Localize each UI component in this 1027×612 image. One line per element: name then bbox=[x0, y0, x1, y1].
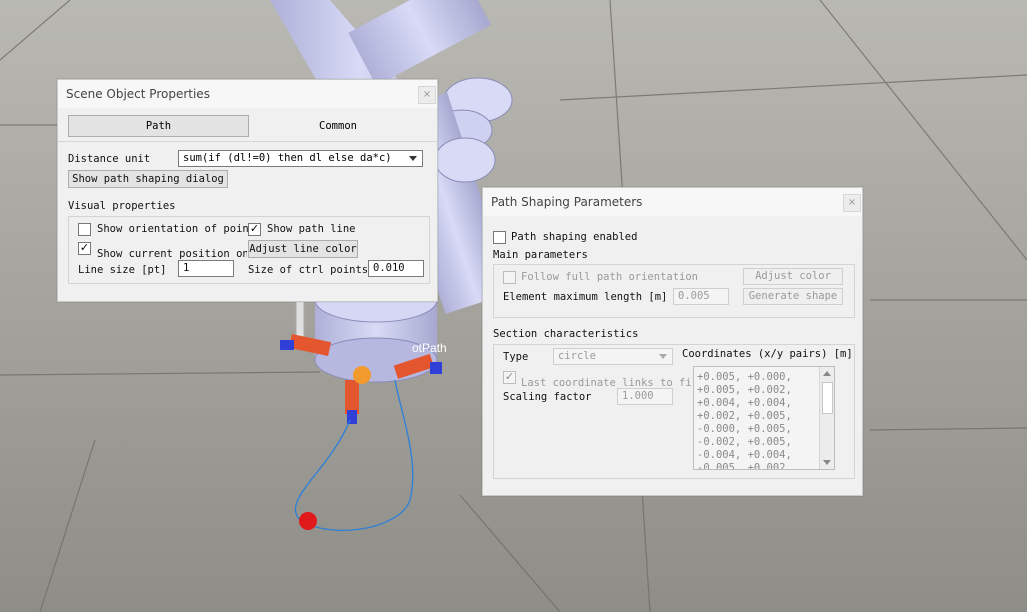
path-shaping-dialog: Path Shaping Parameters × Path shaping e… bbox=[482, 187, 863, 496]
path-object-label: otPath bbox=[412, 341, 447, 355]
coordinate-line: -0.002, +0.005, bbox=[697, 436, 792, 448]
distance-unit-select[interactable]: sum(if (dl!=0) then dl else da*c) bbox=[178, 150, 423, 167]
distance-unit-label: Distance unit bbox=[68, 153, 151, 165]
coordinates-label: Coordinates (x/y pairs) [m] bbox=[682, 348, 853, 360]
scroll-down-icon[interactable] bbox=[823, 460, 831, 465]
ctrl-points-input[interactable]: 0.010 bbox=[368, 260, 424, 277]
follow-orientation-label: Follow full path orientation bbox=[521, 271, 699, 283]
scaling-factor-label: Scaling factor bbox=[503, 391, 592, 403]
adjust-color-button[interactable]: Adjust color bbox=[743, 268, 843, 285]
section-characteristics-label: Section characteristics bbox=[493, 328, 639, 340]
type-label: Type bbox=[503, 351, 529, 363]
show-orientation-checkbox[interactable] bbox=[78, 223, 91, 236]
coordinate-line: +0.004, +0.004, bbox=[697, 397, 792, 409]
coordinate-line: +0.005, +0.002, bbox=[697, 384, 792, 396]
chevron-down-icon bbox=[409, 156, 417, 161]
path-shaping-enabled-label: Path shaping enabled bbox=[511, 231, 638, 243]
type-select[interactable]: circle bbox=[553, 348, 673, 365]
tab-common[interactable]: Common bbox=[249, 116, 427, 136]
show-path-shaping-button[interactable]: Show path shaping dialog bbox=[68, 170, 228, 188]
scene-object-properties-dialog: Scene Object Properties × Path Common Di… bbox=[57, 79, 438, 302]
show-current-position-label: Show current position on bbox=[97, 248, 247, 260]
ctrl-points-label: Size of ctrl points bbox=[248, 264, 369, 276]
coordinates-list: +0.005, +0.000, +0.005, +0.002, +0.004, +0… bbox=[697, 371, 792, 470]
generate-shape-button[interactable]: Generate shape bbox=[743, 288, 843, 305]
show-orientation-label: Show orientation of point bbox=[97, 223, 256, 235]
line-size-input[interactable]: 1 bbox=[178, 260, 234, 277]
dialog-title: Scene Object Properties bbox=[66, 87, 210, 101]
scroll-up-icon[interactable] bbox=[823, 371, 831, 376]
coordinate-line: -0.004, +0.004, bbox=[697, 449, 792, 461]
dialog-title-bar[interactable]: Path Shaping Parameters × bbox=[483, 188, 862, 216]
path-current-position bbox=[299, 512, 317, 530]
line-size-label: Line size [pt] bbox=[78, 264, 167, 276]
follow-orientation-checkbox[interactable] bbox=[503, 271, 516, 284]
coordinate-line: -0.000, +0.005, bbox=[697, 423, 792, 435]
show-path-line-label: Show path line bbox=[267, 223, 356, 235]
close-icon[interactable]: × bbox=[418, 86, 436, 104]
scroll-thumb[interactable] bbox=[822, 382, 833, 414]
coordinate-line: -0.005, +0.002, bbox=[697, 462, 792, 470]
coordinates-textarea[interactable]: +0.005, +0.000, +0.005, +0.002, +0.004, +0… bbox=[693, 366, 835, 470]
element-max-length-input[interactable]: 0.005 bbox=[673, 288, 729, 305]
adjust-line-color-button[interactable]: Adjust line color bbox=[248, 240, 358, 258]
dialog-title: Path Shaping Parameters bbox=[491, 195, 643, 209]
close-icon[interactable]: × bbox=[843, 194, 861, 212]
distance-unit-value: sum(if (dl!=0) then dl else da*c) bbox=[183, 152, 392, 164]
tab-path[interactable]: Path bbox=[68, 115, 249, 137]
type-value: circle bbox=[558, 350, 596, 362]
last-coordinate-checkbox[interactable]: ✓ bbox=[503, 371, 516, 384]
show-current-position-checkbox[interactable]: ✓ bbox=[78, 242, 91, 255]
main-parameters-label: Main parameters bbox=[493, 249, 588, 261]
visual-properties-label: Visual properties bbox=[68, 200, 176, 212]
show-path-line-checkbox[interactable]: ✓ bbox=[248, 223, 261, 236]
coordinate-line: +0.005, +0.000, bbox=[697, 371, 792, 383]
element-max-length-label: Element maximum length [m] bbox=[503, 291, 668, 303]
coordinates-scrollbar[interactable] bbox=[819, 367, 834, 469]
chevron-down-icon bbox=[659, 354, 667, 359]
dialog-title-bar[interactable]: Scene Object Properties × bbox=[58, 80, 437, 108]
coordinate-line: +0.002, +0.005, bbox=[697, 410, 792, 422]
path-shaping-enabled-checkbox[interactable] bbox=[493, 231, 506, 244]
scaling-factor-input[interactable]: 1.000 bbox=[617, 388, 673, 405]
